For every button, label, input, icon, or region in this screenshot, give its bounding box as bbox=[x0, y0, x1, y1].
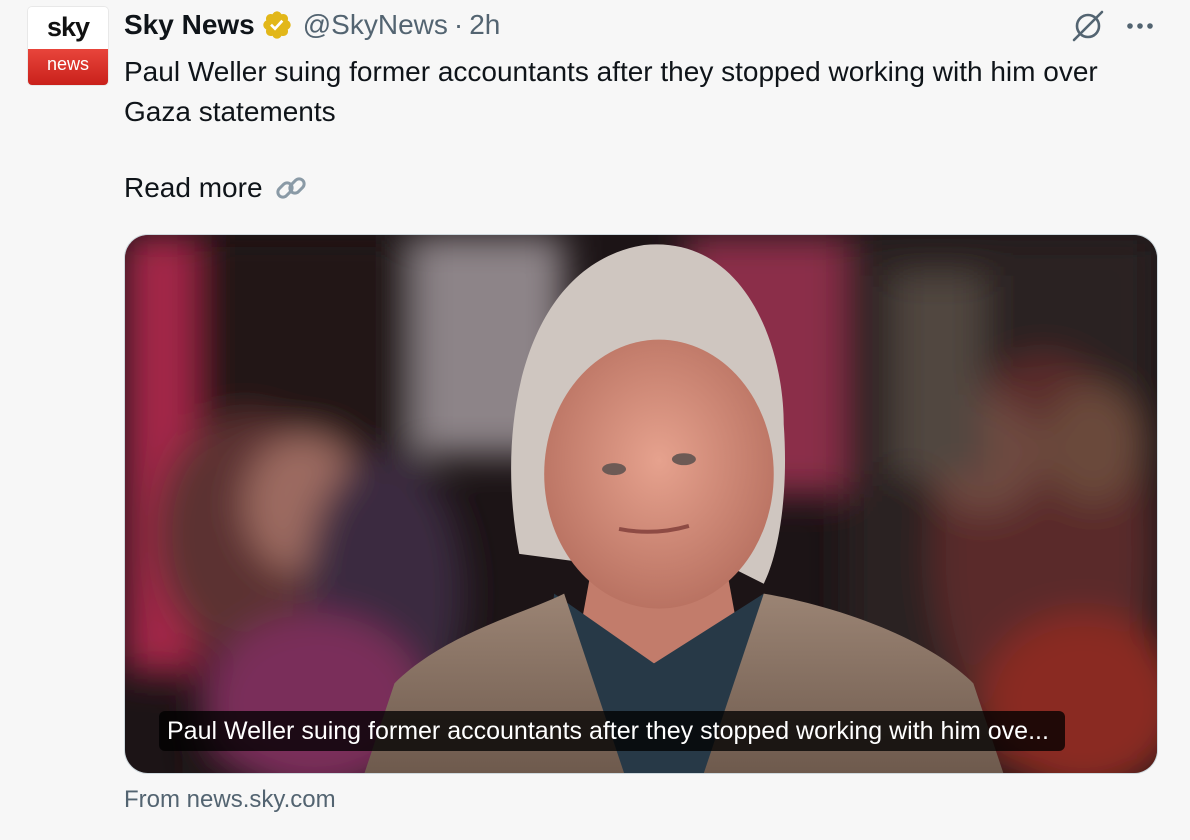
link-preview-card[interactable]: Paul Weller suing former accountants aft… bbox=[124, 234, 1158, 774]
display-name[interactable]: Sky News bbox=[124, 9, 255, 41]
verified-badge-icon[interactable] bbox=[261, 9, 293, 41]
avatar-sky-text: sky bbox=[28, 7, 108, 49]
timestamp[interactable]: 2h bbox=[469, 9, 500, 41]
avatar-news-text: news bbox=[28, 49, 108, 85]
grok-icon[interactable] bbox=[1070, 8, 1106, 44]
card-source[interactable]: From news.sky.com bbox=[124, 786, 336, 814]
separator-dot: · bbox=[453, 9, 464, 40]
more-options-icon[interactable] bbox=[1122, 14, 1158, 38]
read-more-link[interactable]: Read more bbox=[124, 168, 309, 208]
tweet-text: Paul Weller suing former accountants aft… bbox=[124, 56, 1098, 127]
card-caption: Paul Weller suing former accountants aft… bbox=[159, 711, 1065, 751]
sky-news-avatar[interactable]: sky news bbox=[28, 7, 108, 85]
read-more-label: Read more bbox=[124, 172, 263, 203]
tweet-header: Sky News @SkyNews · 2h bbox=[124, 6, 500, 44]
article-photo bbox=[125, 235, 1157, 773]
link-icon bbox=[275, 177, 306, 199]
user-handle[interactable]: @SkyNews bbox=[303, 9, 448, 41]
